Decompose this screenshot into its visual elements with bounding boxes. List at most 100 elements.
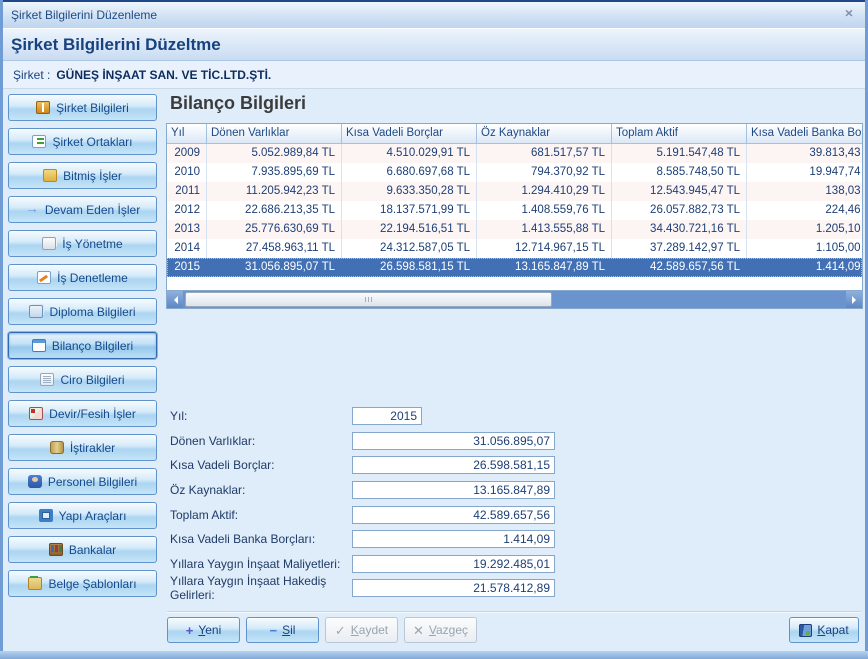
person-icon: [28, 475, 42, 488]
table-cell: 34.430.721,16 TL: [612, 220, 747, 239]
sidebar-item-sirket-bilgileri[interactable]: Şirket Bilgileri: [8, 94, 157, 121]
column-header[interactable]: Toplam Aktif: [612, 124, 747, 144]
kapat-label: Kapat: [817, 623, 848, 637]
table-cell: 1.105,00 TL: [747, 239, 863, 258]
page-header: Şirket Bilgilerini Düzeltme: [3, 28, 865, 61]
field-insaat-maliyetleri-input[interactable]: [352, 555, 555, 573]
table-cell: 2015: [167, 258, 207, 277]
sidebar-item-is-yonetme[interactable]: İş Yönetme: [8, 230, 157, 257]
column-header[interactable]: Öz Kaynaklar: [477, 124, 612, 144]
scrollbar-track[interactable]: [183, 291, 846, 308]
sidebar-item-diploma-bilgileri[interactable]: Diploma Bilgileri: [8, 298, 157, 325]
field-kisa-vadeli-borclar-input[interactable]: [352, 456, 555, 474]
company-name: GÜNEŞ İNŞAAT SAN. VE TİC.LTD.ŞTİ.: [56, 68, 271, 82]
vazgec-button: ✕ Vazgeç: [404, 617, 477, 643]
kaydet-label: Kaydet: [351, 623, 388, 637]
form-row-insaat-hakedis: Yıllara Yaygın İnşaat Hakediş Gelirleri:: [170, 576, 555, 601]
scroll-left-button[interactable]: [167, 291, 183, 308]
table-cell: 11.205.942,23 TL: [207, 182, 342, 201]
table-row[interactable]: 201531.056.895,07 TL26.598.581,15 TL13.1…: [167, 258, 862, 277]
sidebar-item-bankalar[interactable]: Bankalar: [8, 536, 157, 563]
table-row[interactable]: 20107.935.895,69 TL6.680.697,68 TL794.37…: [167, 163, 862, 182]
list-icon: [32, 135, 46, 148]
sidebar-item-istirakler[interactable]: İştirakler: [8, 434, 157, 461]
horizontal-scrollbar[interactable]: [167, 290, 862, 308]
book-icon: [36, 101, 50, 114]
table-cell: 1.413.555,88 TL: [477, 220, 612, 239]
column-header[interactable]: Yıl: [167, 124, 207, 144]
sidebar-item-yapi-araclari[interactable]: Yapı Araçları: [8, 502, 157, 529]
sidebar-item-devam-eden-isler[interactable]: Devam Eden İşler: [8, 196, 157, 223]
table-row[interactable]: 201222.686.213,35 TL18.137.571,99 TL1.40…: [167, 201, 862, 220]
triangle-left-icon: [170, 296, 178, 304]
table-cell: 37.289.142,97 TL: [612, 239, 747, 258]
table-cell: 18.137.571,99 TL: [342, 201, 477, 220]
table-cell: 9.633.350,28 TL: [342, 182, 477, 201]
vazgec-label: Vazgeç: [429, 623, 468, 637]
table-cell: 794.370,92 TL: [477, 163, 612, 182]
sidebar-item-label: Bankalar: [69, 543, 116, 557]
field-toplam-aktif-input[interactable]: [352, 506, 555, 524]
field-kisa-vadeli-borclar-label: Kısa Vadeli Borçlar:: [170, 458, 352, 472]
sidebar-item-belge-sablonlari[interactable]: Belge Şablonları: [8, 570, 157, 597]
column-header[interactable]: Dönen Varlıklar: [207, 124, 342, 144]
table-row[interactable]: 201325.776.630,69 TL22.194.516,51 TL1.41…: [167, 220, 862, 239]
table-cell: 2009: [167, 144, 207, 163]
field-insaat-hakedis-input[interactable]: [352, 579, 555, 597]
field-insaat-maliyetleri-label: Yıllara Yaygın İnşaat Maliyetleri:: [170, 557, 352, 571]
form-row-donen-varliklar: Dönen Varlıklar:: [170, 429, 555, 454]
sidebar-item-label: Belge Şablonları: [48, 577, 136, 591]
sidebar-item-ciro-bilgileri[interactable]: Ciro Bilgileri: [8, 366, 157, 393]
sidebar-item-bitmis-isler[interactable]: Bitmiş İşler: [8, 162, 157, 189]
table-cell: 25.776.630,69 TL: [207, 220, 342, 239]
yeni-button[interactable]: +Yeni: [167, 617, 240, 643]
sidebar-item-label: İş Yönetme: [62, 237, 122, 251]
content-panel: Bilanço Bilgileri YılDönen VarlıklarKısa…: [163, 88, 865, 651]
table-cell: 19.947,74 TL: [747, 163, 863, 182]
kapat-button[interactable]: Kapat: [789, 617, 859, 643]
grid-empty-area: [167, 277, 862, 290]
close-icon[interactable]: ×: [845, 7, 853, 20]
table-cell: 1.408.559,76 TL: [477, 201, 612, 220]
sidebar: Şirket Bilgileri Şirket Ortakları Bitmiş İ…: [3, 88, 163, 651]
table-cell: 2011: [167, 182, 207, 201]
table-cell: 681.517,57 TL: [477, 144, 612, 163]
sidebar-item-label: Devir/Fesih İşler: [49, 407, 136, 421]
action-button-bar: +Yeni−Sil✓Kaydet✕VazgeçKapat: [167, 617, 859, 643]
sidebar-item-devir-fesih-isler[interactable]: Devir/Fesih İşler: [8, 400, 157, 427]
sidebar-item-bilanco-bilgileri[interactable]: Bilanço Bilgileri: [8, 332, 157, 359]
table-row[interactable]: 201427.458.963,11 TL24.312.587,05 TL12.7…: [167, 239, 862, 258]
field-donen-varliklar-input[interactable]: [352, 432, 555, 450]
edit-icon: [37, 271, 51, 284]
sidebar-item-label: Ciro Bilgileri: [60, 373, 124, 387]
transfer-icon: [29, 407, 43, 420]
template-icon: [28, 577, 42, 590]
table-cell: 31.056.895,07 TL: [207, 258, 342, 277]
sil-button[interactable]: −Sil: [246, 617, 319, 643]
sidebar-item-label: İş Denetleme: [57, 271, 128, 285]
column-header[interactable]: Kısa Vadeli Banka Borçları: [747, 124, 863, 144]
balance-grid: YılDönen VarlıklarKısa Vadeli BorçlarÖz …: [166, 123, 863, 309]
table-row[interactable]: 201111.205.942,23 TL9.633.350,28 TL1.294…: [167, 182, 862, 201]
sidebar-item-label: Diploma Bilgileri: [49, 305, 135, 319]
field-kisa-vadeli-banka-label: Kısa Vadeli Banka Borçları:: [170, 532, 352, 546]
title-bar: Şirket Bilgilerini Düzenleme ×: [3, 0, 865, 28]
scrollbar-thumb[interactable]: [185, 292, 552, 307]
field-yil-input[interactable]: [352, 407, 422, 425]
column-header[interactable]: Kısa Vadeli Borçlar: [342, 124, 477, 144]
cross-icon: ✕: [413, 624, 424, 637]
sidebar-item-sirket-ortaklari[interactable]: Şirket Ortakları: [8, 128, 157, 155]
sidebar-item-is-denetleme[interactable]: İş Denetleme: [8, 264, 157, 291]
field-oz-kaynaklar-input[interactable]: [352, 481, 555, 499]
arrow-right-icon: [25, 203, 39, 216]
scroll-right-button[interactable]: [846, 291, 862, 308]
field-kisa-vadeli-banka-input[interactable]: [352, 530, 555, 548]
window-bottom-border: [0, 651, 868, 659]
bank-icon: [49, 543, 63, 556]
sidebar-item-personel-bilgileri[interactable]: Personel Bilgileri: [8, 468, 157, 495]
table-row[interactable]: 20095.052.989,84 TL4.510.029,91 TL681.51…: [167, 144, 862, 163]
table-cell: 22.686.213,35 TL: [207, 201, 342, 220]
table-cell: 8.585.748,50 TL: [612, 163, 747, 182]
sidebar-item-label: İştirakler: [70, 441, 115, 455]
field-toplam-aktif-label: Toplam Aktif:: [170, 508, 352, 522]
